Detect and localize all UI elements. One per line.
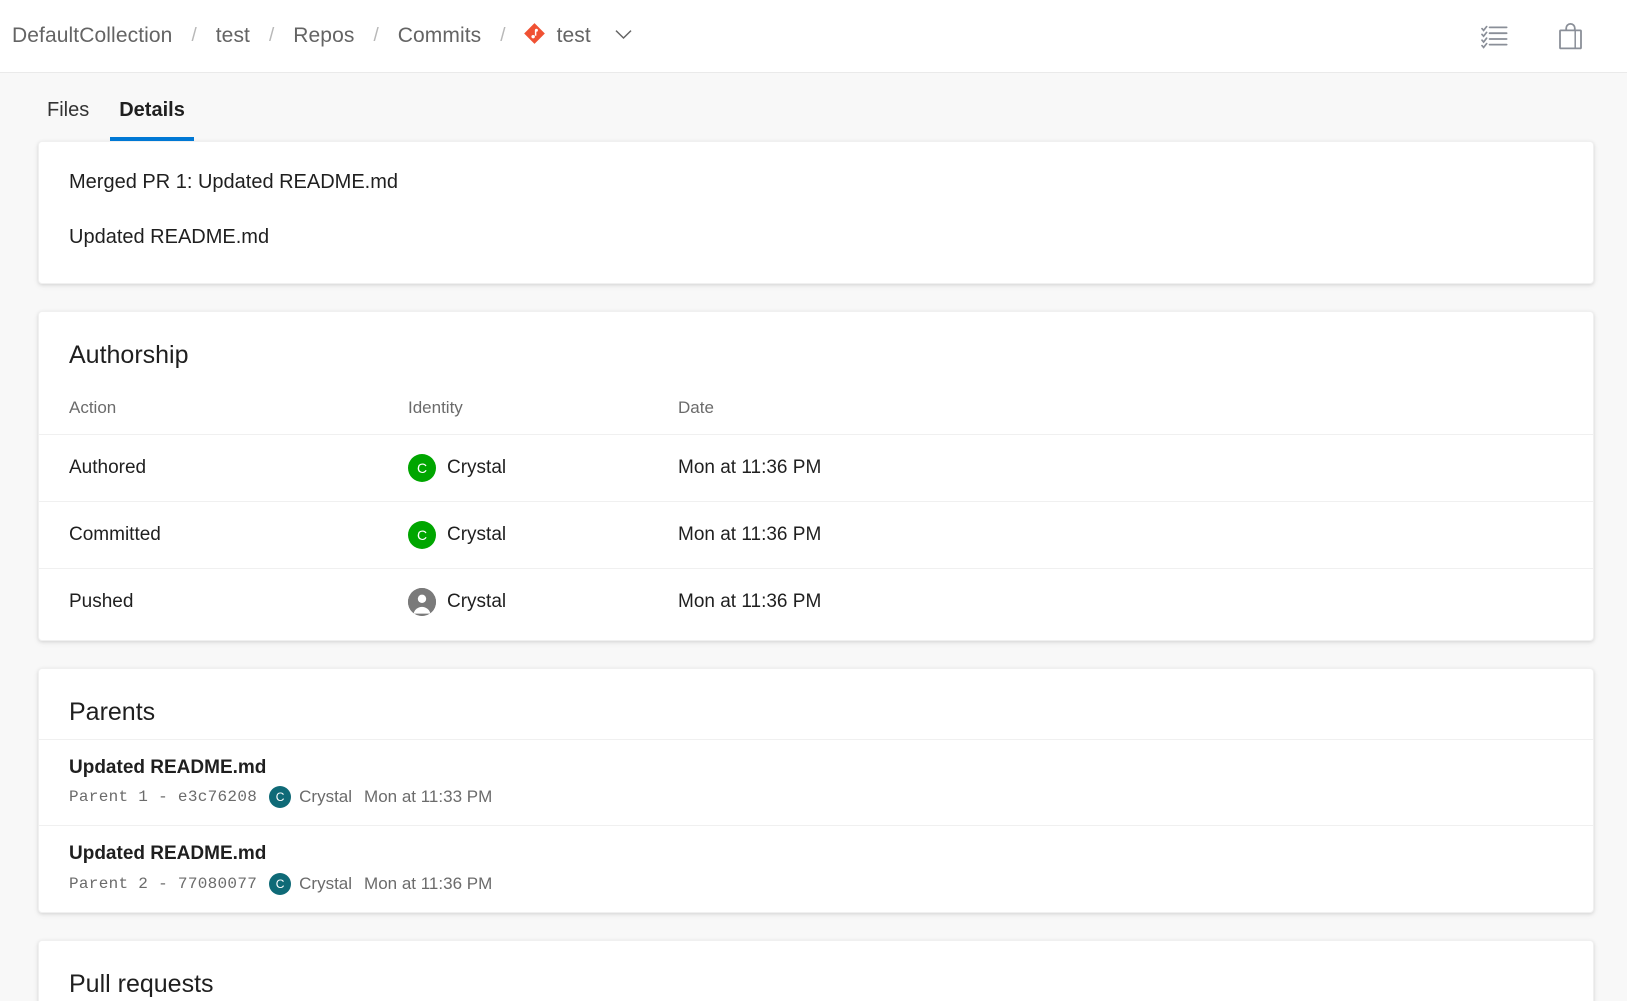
breadcrumb-item-collection[interactable]: DefaultCollection — [10, 20, 174, 52]
table-row: Authored C Crystal Mon at 11:36 PM — [39, 435, 1593, 502]
shopping-bag-icon[interactable] — [1555, 21, 1585, 51]
authorship-date: Mon at 11:36 PM — [678, 569, 1593, 641]
authorship-card: Authorship Action Identity Date Authored… — [38, 311, 1594, 641]
git-repository-icon — [523, 22, 546, 50]
parent-commit-meta: Parent 2 - 77080077 C Crystal Mon at 11:… — [69, 873, 1563, 895]
authorship-action: Committed — [39, 502, 408, 569]
column-header-identity: Identity — [408, 381, 678, 435]
breadcrumb-separator: / — [356, 25, 395, 47]
pull-requests-card: Pull requests — [38, 940, 1594, 1001]
avatar: C — [269, 873, 291, 895]
repo-name: test — [555, 20, 593, 52]
tab-details[interactable]: Details — [110, 89, 194, 141]
table-row: Pushed Crystal — [39, 569, 1593, 641]
pull-requests-heading: Pull requests — [39, 941, 1593, 1001]
commit-message-card: Merged PR 1: Updated README.md Updated R… — [38, 141, 1594, 284]
parent-date: Mon at 11:33 PM — [364, 787, 492, 807]
authorship-table: Action Identity Date Authored C Crystal … — [39, 381, 1593, 640]
breadcrumb-separator: / — [252, 25, 291, 47]
identity-name: Crystal — [447, 591, 506, 613]
avatar: C — [408, 521, 436, 549]
authorship-identity-cell: Crystal — [408, 569, 678, 641]
parent-identity-name: Crystal — [299, 787, 352, 807]
person-avatar-icon — [408, 588, 436, 616]
repo-selector[interactable]: test — [523, 20, 632, 52]
avatar: C — [269, 786, 291, 808]
identity-name: Crystal — [447, 457, 506, 479]
breadcrumb-item-project[interactable]: test — [214, 20, 252, 52]
list-item[interactable]: Updated README.md Parent 2 - 77080077 C … — [39, 825, 1593, 912]
breadcrumb: DefaultCollection / test / Repos / Commi… — [10, 20, 1479, 52]
authorship-action: Authored — [39, 435, 408, 502]
parent-commit-meta: Parent 1 - e3c76208 C Crystal Mon at 11:… — [69, 786, 1563, 808]
top-bar: DefaultCollection / test / Repos / Commi… — [0, 0, 1627, 73]
authorship-header-row: Action Identity Date — [39, 381, 1593, 435]
authorship-date: Mon at 11:36 PM — [678, 502, 1593, 569]
task-list-icon[interactable] — [1479, 21, 1509, 51]
tab-strip: Files Details — [0, 73, 1627, 141]
top-bar-actions — [1479, 21, 1599, 51]
authorship-identity-cell: C Crystal — [408, 435, 678, 502]
authorship-heading: Authorship — [39, 312, 1593, 381]
list-item[interactable]: Updated README.md Parent 1 - e3c76208 C … — [39, 739, 1593, 826]
breadcrumb-separator: / — [174, 25, 213, 47]
breadcrumb-item-repos[interactable]: Repos — [291, 20, 356, 52]
table-row: Committed C Crystal Mon at 11:36 PM — [39, 502, 1593, 569]
avatar: C — [408, 454, 436, 482]
parent-commit-id[interactable]: Parent 1 - e3c76208 — [69, 788, 257, 806]
authorship-identity-cell: C Crystal — [408, 502, 678, 569]
parent-identity-name: Crystal — [299, 874, 352, 894]
commit-message-title: Merged PR 1: Updated README.md — [69, 170, 1563, 194]
details-content: Merged PR 1: Updated README.md Updated R… — [0, 141, 1627, 1001]
authorship-date: Mon at 11:36 PM — [678, 435, 1593, 502]
column-header-date: Date — [678, 381, 1593, 435]
identity-name: Crystal — [447, 524, 506, 546]
parent-commit-id[interactable]: Parent 2 - 77080077 — [69, 875, 257, 893]
parents-card: Parents Updated README.md Parent 1 - e3c… — [38, 668, 1594, 913]
parent-date: Mon at 11:36 PM — [364, 874, 492, 894]
column-header-action: Action — [39, 381, 408, 435]
commit-message-body: Updated README.md — [69, 225, 1563, 249]
breadcrumb-item-commits[interactable]: Commits — [396, 20, 484, 52]
chevron-down-icon[interactable] — [615, 27, 632, 45]
authorship-action: Pushed — [39, 569, 408, 641]
tab-files[interactable]: Files — [38, 89, 98, 141]
parent-commit-title[interactable]: Updated README.md — [69, 756, 1563, 780]
parent-commit-title[interactable]: Updated README.md — [69, 842, 1563, 866]
parents-heading: Parents — [39, 669, 1593, 738]
breadcrumb-separator: / — [483, 25, 522, 47]
